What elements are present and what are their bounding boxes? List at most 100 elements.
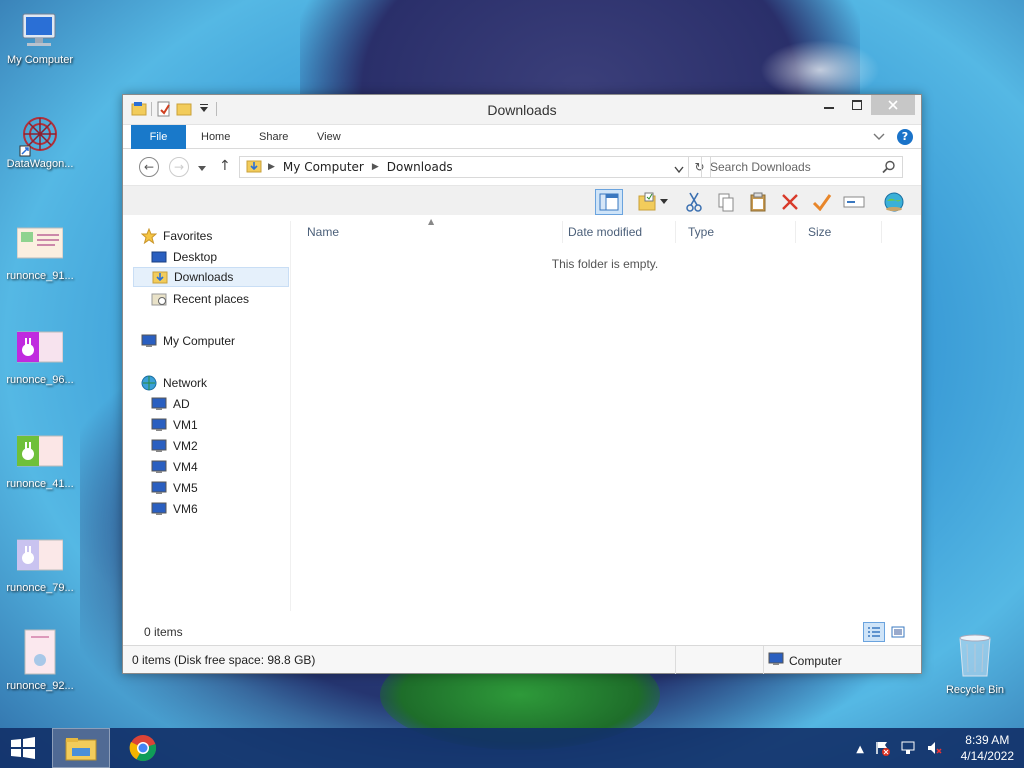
status-location: Computer (768, 651, 842, 670)
recycle-bin-icon (952, 630, 998, 680)
close-button[interactable] (871, 95, 915, 115)
network-status-icon[interactable] (900, 740, 916, 759)
desktop-icon-my-computer[interactable]: My Computer (0, 10, 80, 66)
computer-icon (151, 438, 167, 454)
delete-icon[interactable] (776, 189, 804, 215)
start-button[interactable] (8, 736, 38, 760)
downloads-folder-icon (246, 158, 262, 177)
search-input[interactable]: Search Downloads (701, 156, 903, 178)
tab-view[interactable]: View (303, 125, 355, 149)
downloads-folder-icon (152, 269, 168, 285)
nav-network-vm6-label: VM6 (173, 502, 198, 516)
breadcrumb-my-computer[interactable]: My Computer (283, 160, 364, 174)
nav-my-computer[interactable]: My Computer (141, 331, 297, 351)
image-file-icon (16, 538, 64, 578)
image-file-icon (16, 434, 64, 474)
nav-downloads[interactable]: Downloads (133, 267, 289, 287)
status-divider (675, 646, 676, 674)
nav-network-vm6[interactable]: VM6 (151, 499, 307, 519)
computer-icon (151, 459, 167, 475)
breadcrumb-downloads[interactable]: Downloads (387, 160, 453, 174)
file-list[interactable]: Name ▲ Date modified Type Size This fold… (295, 217, 915, 611)
computer-icon (141, 333, 157, 349)
nav-network[interactable]: Network (141, 373, 297, 393)
paste-icon[interactable] (744, 189, 772, 215)
minimize-button[interactable] (815, 95, 843, 115)
rename-icon[interactable] (840, 189, 868, 215)
help-icon[interactable]: ? (897, 129, 913, 145)
empty-folder-message: This folder is empty. (551, 257, 659, 271)
nav-my-computer-label: My Computer (163, 334, 236, 348)
back-button[interactable]: ← (139, 157, 159, 177)
tab-home[interactable]: Home (187, 125, 244, 149)
status-bar: 0 items (Disk free space: 98.8 GB) Compu… (123, 645, 921, 674)
window-controls (815, 95, 915, 115)
ribbon-right-controls: ? (873, 129, 913, 145)
wallpaper-shape (760, 40, 880, 100)
nav-network-vm1-label: VM1 (173, 418, 198, 432)
desktop-icon-recycle-bin[interactable]: Recycle Bin (935, 630, 1015, 696)
action-center-flag-icon[interactable] (874, 740, 890, 759)
nav-network-ad[interactable]: AD (151, 394, 307, 414)
column-header-type[interactable]: Type (676, 221, 796, 243)
preview-pane-button[interactable] (595, 189, 623, 215)
maximize-button[interactable] (843, 95, 871, 115)
taskbar-clock[interactable]: 8:39 AM 4/14/2022 (961, 732, 1014, 764)
globe-icon[interactable] (880, 189, 908, 215)
desktop-icon-runonce-41[interactable]: runonce_41... (0, 434, 80, 490)
title-bar[interactable]: Downloads (123, 95, 921, 125)
desktop-icon-runonce-79[interactable]: runonce_79... (0, 538, 80, 594)
desktop-icon-runonce-96[interactable]: runonce_96... (0, 330, 80, 386)
nav-recent-places-label: Recent places (173, 292, 250, 306)
chevron-down-icon[interactable] (873, 130, 885, 144)
navigation-pane: Favorites Desktop Downloads Recent place… (131, 221, 291, 611)
column-header-date-modified[interactable]: Date modified (556, 221, 676, 243)
taskbar: ▲ 8:39 AM 4/14/2022 (0, 728, 1024, 768)
taskbar-file-explorer[interactable] (52, 728, 110, 768)
view-switcher (863, 622, 909, 642)
system-tray: ▲ (856, 740, 942, 759)
nav-favorites-label: Favorites (163, 229, 213, 243)
nav-network-vm1[interactable]: VM1 (151, 415, 307, 435)
windows-logo-icon (11, 737, 35, 759)
details-view-button[interactable] (863, 622, 885, 642)
network-icon (141, 375, 157, 391)
address-bar[interactable]: ▶ My Computer ▶ Downloads (239, 156, 689, 178)
star-icon (140, 227, 158, 245)
nav-network-vm4-label: VM4 (173, 460, 198, 474)
status-disk-space: 0 items (Disk free space: 98.8 GB) (132, 653, 316, 667)
nav-favorites[interactable]: Favorites (140, 226, 297, 246)
column-header-size[interactable]: Size (796, 221, 882, 243)
checkmark-icon[interactable] (808, 189, 836, 215)
nav-network-vm2[interactable]: VM2 (151, 436, 307, 456)
computer-icon (151, 417, 167, 433)
forward-button[interactable]: → (169, 157, 189, 177)
nav-network-vm5[interactable]: VM5 (151, 478, 307, 498)
tab-file[interactable]: File (131, 125, 186, 149)
show-hidden-icons-icon[interactable]: ▲ (856, 744, 864, 755)
nav-desktop[interactable]: Desktop (151, 247, 307, 267)
computer-icon (151, 396, 167, 412)
taskbar-chrome[interactable] (114, 728, 172, 768)
volume-muted-icon[interactable] (926, 740, 942, 759)
up-arrow-icon[interactable]: ↑ (219, 158, 231, 174)
breadcrumb-separator-icon: ▶ (268, 162, 275, 172)
address-dropdown-icon[interactable] (674, 163, 684, 177)
image-file-icon (17, 628, 63, 676)
desktop-icon (151, 249, 167, 265)
desktop-icon-datawagon[interactable]: DataWagon... (0, 114, 80, 170)
recent-locations-chevron-icon[interactable] (197, 161, 207, 175)
nav-recent-places[interactable]: Recent places (151, 289, 307, 309)
copy-icon[interactable] (712, 189, 740, 215)
tab-share[interactable]: Share (245, 125, 302, 149)
desktop-icon-runonce-92[interactable]: runonce_92... (0, 628, 80, 692)
chevron-down-icon[interactable] (657, 189, 671, 215)
file-explorer-icon (65, 738, 97, 761)
computer-icon (151, 501, 167, 517)
nav-network-vm5-label: VM5 (173, 481, 198, 495)
cut-icon[interactable] (680, 189, 708, 215)
desktop-icon-runonce-91[interactable]: runonce_91... (0, 226, 80, 282)
recent-places-icon (151, 291, 167, 307)
nav-network-vm4[interactable]: VM4 (151, 457, 307, 477)
large-icons-view-button[interactable] (887, 622, 909, 642)
